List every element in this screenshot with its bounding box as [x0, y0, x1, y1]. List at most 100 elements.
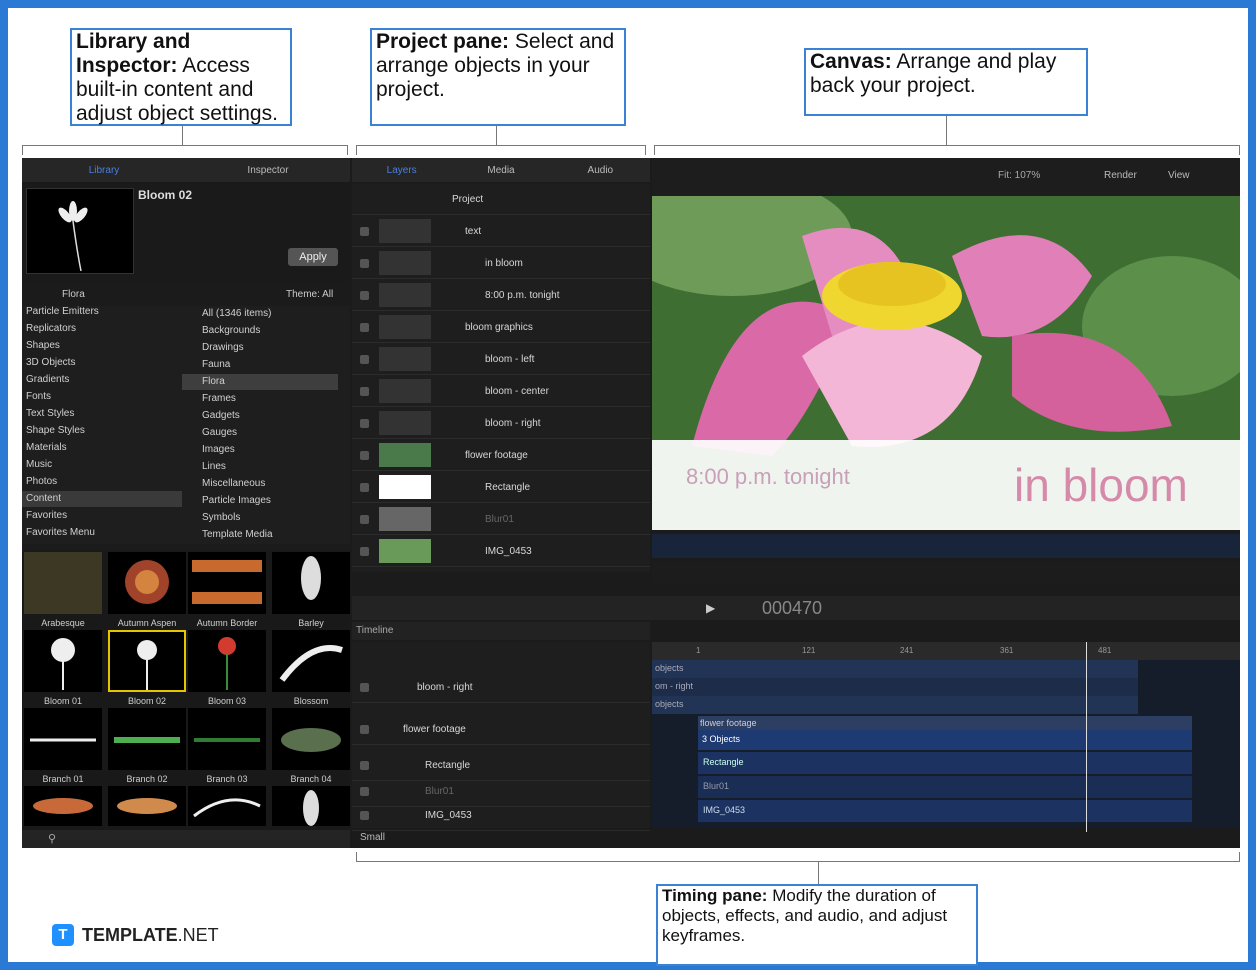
- timeline-ruler[interactable]: 1 121 241 361 481: [652, 642, 1240, 660]
- row-checkbox[interactable]: [360, 682, 369, 692]
- apply-button[interactable]: Apply: [288, 248, 338, 266]
- subcategory-item[interactable]: Images: [202, 444, 235, 455]
- subcategory-item[interactable]: Symbols: [202, 512, 240, 523]
- library-tile[interactable]: [24, 552, 102, 614]
- category-selector[interactable]: Flora: [62, 289, 85, 300]
- fit-zoom[interactable]: Fit: 107%: [998, 170, 1040, 181]
- layer-row[interactable]: bloom - center: [352, 376, 650, 407]
- layer-checkbox[interactable]: [360, 354, 369, 364]
- layer-row[interactable]: flower footage: [352, 440, 650, 471]
- tab-audio[interactable]: Audio: [551, 165, 650, 176]
- timeline-row[interactable]: IMG_0453: [352, 800, 650, 831]
- category-item[interactable]: Photos: [26, 476, 57, 487]
- library-tile[interactable]: [272, 552, 350, 614]
- layer-checkbox[interactable]: [360, 418, 369, 428]
- tab-media[interactable]: Media: [451, 165, 550, 176]
- layer-checkbox[interactable]: [360, 450, 369, 460]
- subcategory-item[interactable]: Template Media: [202, 529, 273, 540]
- layer-row[interactable]: bloom graphics: [352, 312, 650, 343]
- canvas-image[interactable]: 8:00 p.m. tonight in bloom: [652, 196, 1240, 530]
- category-item[interactable]: Fonts: [26, 391, 51, 402]
- layer-checkbox[interactable]: [360, 546, 369, 556]
- category-item[interactable]: Replicators: [26, 323, 76, 334]
- layer-row[interactable]: Rectangle: [352, 472, 650, 503]
- layer-row[interactable]: bloom - left: [352, 344, 650, 375]
- category-item[interactable]: Text Styles: [26, 408, 74, 419]
- library-tile[interactable]: [272, 630, 350, 692]
- tab-library[interactable]: Library: [22, 165, 186, 176]
- library-tile[interactable]: [108, 552, 186, 614]
- category-item[interactable]: Shapes: [26, 340, 60, 351]
- layer-row[interactable]: text: [352, 216, 650, 247]
- layer-checkbox[interactable]: [360, 226, 369, 236]
- subcategory-item[interactable]: Lines: [202, 461, 226, 472]
- timeline-size-selector[interactable]: Small: [360, 832, 385, 843]
- subcategory-item[interactable]: Particle Images: [202, 495, 271, 506]
- library-tile[interactable]: [272, 708, 350, 770]
- category-item[interactable]: Materials: [26, 442, 67, 453]
- layer-checkbox[interactable]: [360, 386, 369, 396]
- track-bar[interactable]: Rectangle: [698, 752, 1192, 774]
- theme-selector[interactable]: Theme: All: [286, 289, 333, 300]
- category-item[interactable]: Music: [26, 459, 52, 470]
- library-tile[interactable]: [108, 786, 186, 826]
- layer-checkbox[interactable]: [360, 514, 369, 524]
- track-bar[interactable]: 3 Objects: [698, 730, 1192, 750]
- library-tile[interactable]: [108, 708, 186, 770]
- row-checkbox[interactable]: [360, 724, 369, 734]
- subcategory-item[interactable]: Miscellaneous: [202, 478, 265, 489]
- library-tile[interactable]: [24, 708, 102, 770]
- subcategory-item[interactable]: Fauna: [202, 359, 230, 370]
- subcategory-item[interactable]: Drawings: [202, 342, 244, 353]
- layer-checkbox[interactable]: [360, 258, 369, 268]
- row-checkbox[interactable]: [360, 786, 369, 796]
- library-tile[interactable]: [272, 786, 350, 826]
- category-item[interactable]: Shape Styles: [26, 425, 85, 436]
- category-item[interactable]: Particle Emitters: [26, 306, 99, 317]
- subcategory-item[interactable]: Backgrounds: [202, 325, 260, 336]
- layer-row[interactable]: IMG_0453: [352, 536, 650, 567]
- tab-layers[interactable]: Layers: [352, 165, 451, 176]
- track-bar[interactable]: objects: [652, 696, 1138, 714]
- category-item[interactable]: Favorites: [26, 510, 67, 521]
- view-menu[interactable]: View: [1168, 170, 1190, 181]
- track-bar[interactable]: om - right: [652, 678, 1138, 696]
- render-menu[interactable]: Render: [1104, 170, 1137, 181]
- library-tile[interactable]: [188, 786, 266, 826]
- layer-row[interactable]: 8:00 p.m. tonight: [352, 280, 650, 311]
- category-item[interactable]: Favorites Menu: [26, 527, 95, 538]
- layer-checkbox[interactable]: [360, 290, 369, 300]
- subcategory-item[interactable]: Gadgets: [202, 410, 240, 421]
- category-item[interactable]: 3D Objects: [26, 357, 75, 368]
- track-bar[interactable]: IMG_0453: [698, 800, 1192, 822]
- row-checkbox[interactable]: [360, 760, 369, 770]
- subcategory-item[interactable]: All (1346 items): [202, 308, 271, 319]
- library-tile[interactable]: [188, 630, 266, 692]
- category-item-selected[interactable]: Content: [26, 493, 61, 504]
- category-item[interactable]: Gradients: [26, 374, 69, 385]
- library-tile[interactable]: [24, 630, 102, 692]
- subcategory-item-selected[interactable]: Flora: [202, 376, 225, 387]
- layer-row-project[interactable]: Project: [352, 184, 650, 215]
- library-tile[interactable]: [24, 786, 102, 826]
- track-bar[interactable]: Blur01: [698, 776, 1192, 798]
- search-icon[interactable]: ⚲: [48, 832, 56, 845]
- timeline-row[interactable]: flower footage: [352, 714, 650, 745]
- layer-row[interactable]: in bloom: [352, 248, 650, 279]
- track-bar[interactable]: objects: [652, 660, 1138, 678]
- layer-row[interactable]: Blur01: [352, 504, 650, 535]
- tab-inspector[interactable]: Inspector: [186, 165, 350, 176]
- library-tile-selected[interactable]: [108, 630, 186, 692]
- canvas-mini-timeline[interactable]: [652, 534, 1240, 558]
- library-tile[interactable]: [188, 552, 266, 614]
- play-button[interactable]: ▶: [706, 601, 715, 615]
- layer-checkbox[interactable]: [360, 482, 369, 492]
- library-tile[interactable]: [188, 708, 266, 770]
- timeline-row[interactable]: bloom - right: [352, 672, 650, 703]
- track-bar[interactable]: flower footage: [698, 716, 1192, 730]
- layer-row[interactable]: bloom - right: [352, 408, 650, 439]
- subcategory-item[interactable]: Gauges: [202, 427, 237, 438]
- subcategory-item[interactable]: Frames: [202, 393, 236, 404]
- playhead[interactable]: [1086, 642, 1087, 832]
- layer-checkbox[interactable]: [360, 322, 369, 332]
